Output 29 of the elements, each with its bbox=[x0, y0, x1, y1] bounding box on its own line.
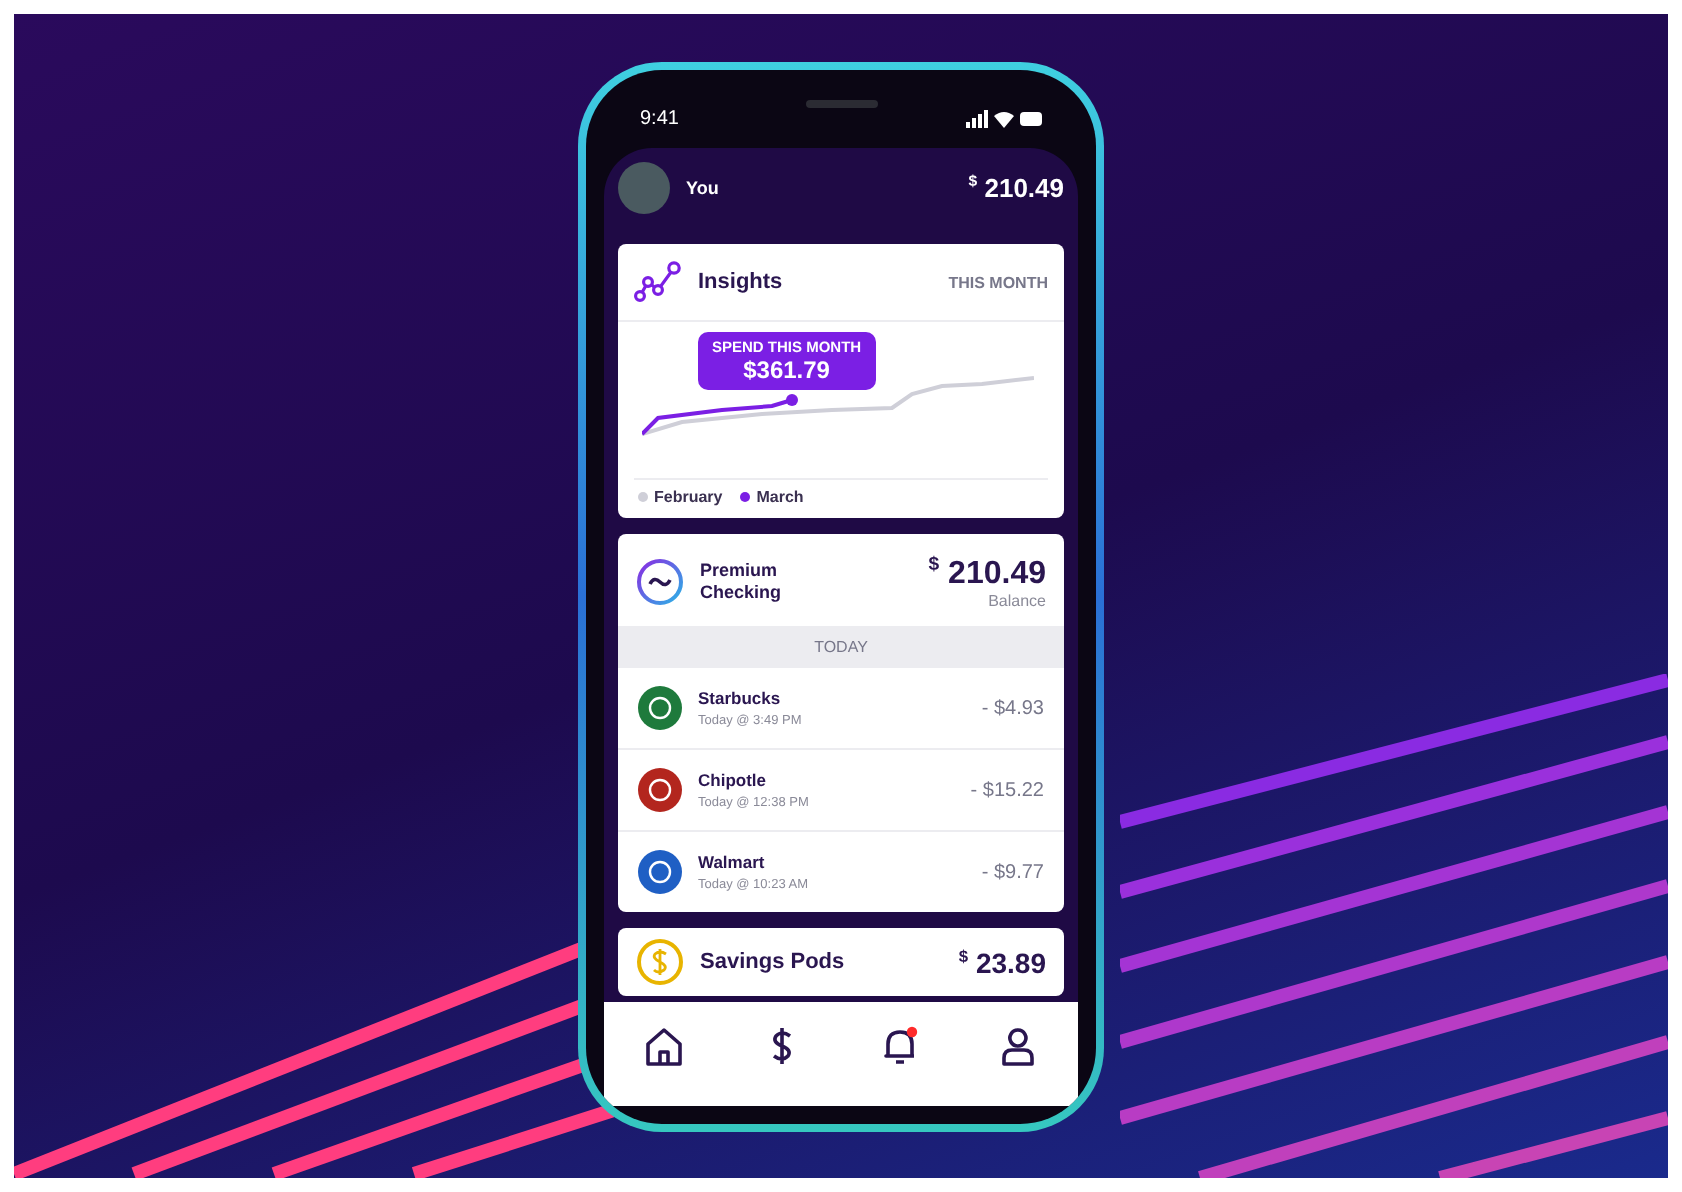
legend-label: February bbox=[654, 488, 723, 506]
bell-icon[interactable] bbox=[878, 1024, 923, 1068]
tooltip-amount: $361.79 bbox=[743, 356, 830, 384]
savings-balance: $^{$}$ 23.89 bbox=[958, 946, 1046, 980]
status-time: 9:41 bbox=[640, 107, 679, 129]
savings-name: Savings Pods bbox=[700, 950, 847, 975]
coin-icon bbox=[636, 938, 684, 987]
avatar[interactable] bbox=[618, 162, 670, 214]
home-icon[interactable] bbox=[641, 1024, 686, 1068]
legend-label: March bbox=[756, 488, 804, 506]
section-header: TODAY bbox=[618, 626, 1064, 669]
status-icons bbox=[966, 109, 1042, 127]
period-label[interactable]: THIS MONTH bbox=[948, 273, 1048, 291]
transaction-amount: - $15.22 bbox=[970, 779, 1044, 802]
notch-drawing bbox=[805, 100, 877, 108]
transaction-amount: - $4.93 bbox=[981, 697, 1044, 720]
merchant-name: Starbucks bbox=[698, 688, 783, 709]
merchant-name: Walmart bbox=[698, 852, 767, 873]
header-balance: $^{$}$ 210.49 bbox=[968, 172, 1064, 204]
balance-caption: Balance bbox=[988, 592, 1046, 611]
transaction-amount: - $9.77 bbox=[981, 861, 1044, 884]
account-name: Premium Checking bbox=[700, 559, 784, 605]
wave-ring-icon bbox=[636, 558, 684, 607]
chart-nodes-icon bbox=[634, 260, 682, 304]
user-name: You bbox=[686, 178, 721, 198]
insights-title: Insights bbox=[698, 270, 785, 294]
merchant-name: Chipotle bbox=[698, 770, 768, 791]
savings-card[interactable]: Savings Pods $^{$}$ 23.89 bbox=[618, 928, 1064, 997]
account-balance: $^{$}$ 210.49 bbox=[928, 554, 1046, 593]
